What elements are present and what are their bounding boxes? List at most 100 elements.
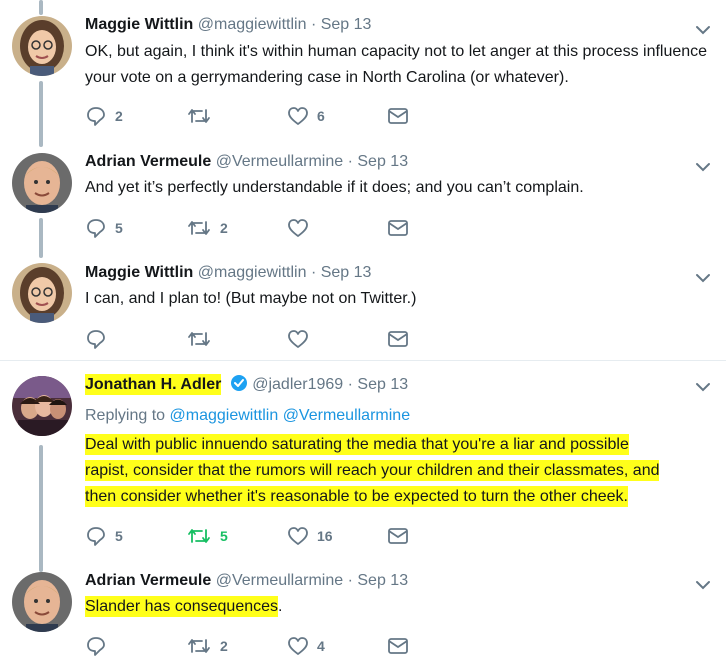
- separator: ·: [347, 572, 353, 589]
- envelope-icon: [387, 105, 409, 127]
- author-handle[interactable]: @jadler1969: [252, 376, 343, 393]
- reply-icon: [85, 525, 107, 547]
- reply-button[interactable]: [85, 327, 107, 351]
- author-name[interactable]: Jonathan H. Adler: [85, 374, 222, 395]
- dm-button[interactable]: [387, 327, 409, 351]
- reply-count: 2: [115, 108, 123, 124]
- avatar[interactable]: [12, 153, 72, 213]
- retweet-button[interactable]: 2: [186, 216, 228, 240]
- like-button[interactable]: [287, 216, 317, 240]
- author-handle[interactable]: @maggiewittlin: [198, 264, 307, 281]
- author-name[interactable]: Adrian Vermeule: [85, 153, 211, 170]
- timestamp[interactable]: Sep 13: [357, 572, 408, 589]
- dm-button[interactable]: [387, 216, 409, 240]
- reply-icon: [85, 328, 107, 350]
- heart-icon: [287, 105, 309, 127]
- tweet-text-line: then consider whether it's reasonable to…: [85, 486, 628, 507]
- heart-icon: [287, 217, 309, 239]
- author-name[interactable]: Maggie Wittlin: [85, 16, 193, 33]
- tweet-header: Jonathan H. Adler @jadler1969 · Sep 13: [85, 374, 408, 398]
- chevron-down-icon[interactable]: [693, 268, 713, 288]
- tweet-text: OK, but again, I think it's within human…: [85, 43, 708, 86]
- heart-icon: [287, 328, 309, 350]
- tweet-header: Adrian Vermeule @Vermeullarmine · Sep 13: [85, 152, 408, 172]
- replying-to: Replying to @maggiewittlin @Vermeullarmi…: [85, 407, 410, 425]
- envelope-icon: [387, 525, 409, 547]
- tweet-text: And yet it’s perfectly understandable if…: [85, 179, 584, 196]
- tweet-text-highlighted: Slander has consequences: [85, 596, 279, 617]
- timestamp[interactable]: Sep 13: [357, 376, 408, 393]
- dm-button[interactable]: [387, 104, 409, 128]
- retweet-count: 2: [220, 638, 228, 654]
- tweet-header: Adrian Vermeule @Vermeullarmine · Sep 13: [85, 571, 408, 591]
- like-button[interactable]: 16: [287, 524, 333, 548]
- avatar[interactable]: [12, 376, 72, 436]
- separator: ·: [310, 16, 317, 33]
- tweet[interactable]: Adrian Vermeule @Vermeullarmine · Sep 13…: [0, 145, 726, 255]
- retweet-count: 5: [220, 528, 228, 544]
- reply-button[interactable]: 5: [85, 216, 123, 240]
- like-button[interactable]: 4: [287, 634, 325, 658]
- retweet-icon: [186, 525, 212, 547]
- tweet[interactable]: Jonathan H. Adler @jadler1969 · Sep 13 R…: [0, 361, 726, 561]
- tweet-header: Maggie Wittlin @maggiewittlin · Sep 13: [85, 15, 371, 35]
- avatar[interactable]: [12, 16, 72, 76]
- timestamp[interactable]: Sep 13: [321, 264, 372, 281]
- chevron-down-icon[interactable]: [693, 377, 713, 397]
- envelope-icon: [387, 217, 409, 239]
- retweet-icon: [186, 105, 212, 127]
- author-handle[interactable]: @Vermeullarmine: [216, 153, 343, 170]
- verified-badge-icon: [230, 374, 248, 398]
- retweet-count: 2: [220, 220, 228, 236]
- reply-count: 5: [115, 220, 123, 236]
- author-name[interactable]: Maggie Wittlin: [85, 264, 193, 281]
- avatar[interactable]: [12, 263, 72, 323]
- tweet-text: I can, and I plan to! (But maybe not on …: [85, 290, 417, 307]
- reply-button[interactable]: 5: [85, 524, 123, 548]
- replying-to-prefix: Replying to: [85, 407, 166, 424]
- tweet-text-line: Deal with public innuendo saturating the…: [85, 434, 629, 455]
- avatar[interactable]: [12, 572, 72, 632]
- like-count: 6: [317, 108, 325, 124]
- chevron-down-icon[interactable]: [693, 157, 713, 177]
- timestamp[interactable]: Sep 13: [321, 16, 372, 33]
- like-button[interactable]: 6: [287, 104, 325, 128]
- mention-link[interactable]: @Vermeullarmine: [283, 407, 410, 424]
- like-button[interactable]: [287, 327, 309, 351]
- tweet-text: Deal with public innuendo saturating the…: [85, 432, 715, 510]
- chevron-down-icon[interactable]: [693, 20, 713, 40]
- retweet-button[interactable]: 2: [186, 634, 228, 658]
- retweet-button[interactable]: [186, 104, 220, 128]
- dm-button[interactable]: [387, 524, 409, 548]
- separator: ·: [347, 153, 353, 170]
- tweet-header: Maggie Wittlin @maggiewittlin · Sep 13: [85, 263, 371, 283]
- mention-link[interactable]: @maggiewittlin: [170, 407, 279, 424]
- author-handle[interactable]: @maggiewittlin: [198, 16, 307, 33]
- retweet-button[interactable]: [186, 327, 212, 351]
- like-count: 4: [317, 638, 325, 654]
- separator: ·: [347, 376, 353, 393]
- retweet-icon: [186, 328, 212, 350]
- retweet-icon: [186, 217, 212, 239]
- heart-icon: [287, 635, 309, 657]
- heart-icon: [287, 525, 309, 547]
- tweet[interactable]: Maggie Wittlin @maggiewittlin · Sep 13 I…: [0, 255, 726, 360]
- retweet-button[interactable]: 5: [186, 524, 228, 548]
- separator: ·: [310, 264, 317, 281]
- tweet[interactable]: Adrian Vermeule @Vermeullarmine · Sep 13…: [0, 561, 726, 667]
- author-handle[interactable]: @Vermeullarmine: [216, 572, 343, 589]
- reply-icon: [85, 635, 107, 657]
- reply-count: 5: [115, 528, 123, 544]
- chevron-down-icon[interactable]: [693, 575, 713, 595]
- reply-button[interactable]: 2: [85, 104, 123, 128]
- like-count: 16: [317, 528, 333, 544]
- reply-button[interactable]: [85, 634, 107, 658]
- author-name[interactable]: Adrian Vermeule: [85, 572, 211, 589]
- dm-button[interactable]: [387, 634, 409, 658]
- tweet-text-tail: .: [278, 598, 283, 615]
- reply-icon: [85, 105, 107, 127]
- timestamp[interactable]: Sep 13: [357, 153, 408, 170]
- tweet[interactable]: Maggie Wittlin @maggiewittlin · Sep 13 O…: [0, 0, 726, 145]
- envelope-icon: [387, 635, 409, 657]
- tweet-text-line: rapist, consider that the rumors will re…: [85, 460, 660, 481]
